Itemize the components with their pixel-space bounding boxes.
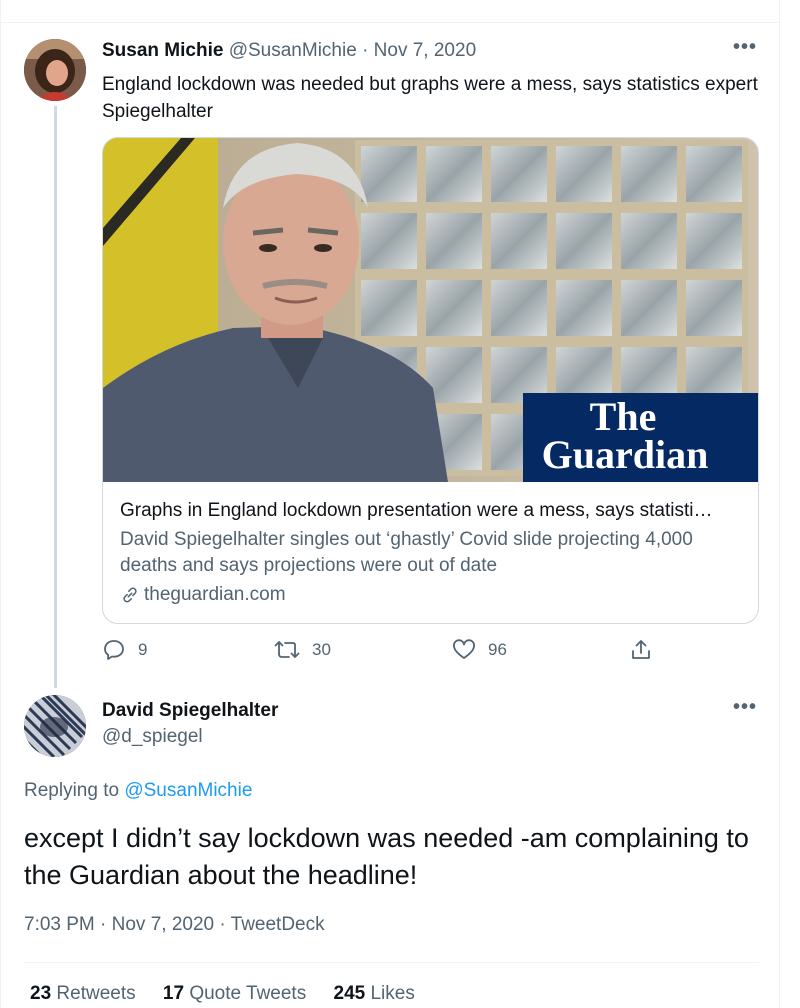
link-icon xyxy=(123,587,137,603)
like-count: 96 xyxy=(488,640,507,659)
avatar-photo-icon xyxy=(24,39,86,101)
tweet1-author-handle[interactable]: @SusanMichie xyxy=(229,40,357,61)
guardian-logo-guardian: Guardian xyxy=(542,432,709,477)
tweet1-action-bar: 9 30 96 xyxy=(102,638,662,666)
share-button[interactable] xyxy=(629,638,653,662)
likes-stat[interactable]: 245 Likes xyxy=(334,983,415,1004)
frame-right-border xyxy=(779,0,780,1008)
card-photo: The Guardian xyxy=(103,138,758,482)
retweets-stat[interactable]: 23 Retweets xyxy=(30,983,136,1004)
reply-count: 9 xyxy=(138,640,148,659)
link-preview-card[interactable]: The Guardian Graphs in England lockdown … xyxy=(102,137,759,624)
tweet1-date[interactable]: Nov 7, 2020 xyxy=(374,40,476,61)
tweet1-header: Susan Michie @SusanMichie · Nov 7, 2020 xyxy=(102,40,476,62)
replying-prefix: Replying to xyxy=(24,780,120,801)
avatar-pattern-icon xyxy=(24,695,86,757)
retweet-button[interactable]: 30 xyxy=(274,638,331,662)
like-button[interactable]: 96 xyxy=(452,638,507,662)
tweet1-author-name[interactable]: Susan Michie xyxy=(102,40,223,61)
tweet2-timestamp[interactable]: 7:03 PM · Nov 7, 2020 · TweetDeck xyxy=(24,914,325,936)
likes-label: Likes xyxy=(370,983,415,1004)
tweet2-text: except I didn’t say lockdown was needed … xyxy=(24,823,749,890)
tweet2-more-button[interactable]: ••• xyxy=(733,696,757,719)
top-divider xyxy=(0,22,780,23)
stats-divider xyxy=(24,962,759,963)
retweet-count: 30 xyxy=(312,640,331,659)
tweet1-separator: · xyxy=(362,40,369,61)
susan-michie-avatar[interactable] xyxy=(24,39,86,101)
card-domain-row[interactable]: theguardian.com xyxy=(120,582,745,608)
replying-to-link[interactable]: @SusanMichie xyxy=(124,780,252,801)
tweet2-author-handle[interactable]: @d_spiegel xyxy=(102,726,203,748)
retweets-label: Retweets xyxy=(56,983,136,1004)
quotes-label: Quote Tweets xyxy=(189,983,307,1004)
likes-count: 245 xyxy=(333,983,366,1004)
card-domain: theguardian.com xyxy=(144,584,286,605)
thread-connector-line xyxy=(54,106,57,688)
tweet1-more-button[interactable]: ••• xyxy=(733,36,757,59)
quotes-count: 17 xyxy=(162,983,185,1004)
retweet-icon xyxy=(274,641,300,658)
tweet2-author-name[interactable]: David Spiegelhalter xyxy=(102,700,278,722)
heart-icon xyxy=(453,639,475,659)
card-meta: Graphs in England lockdown presentation … xyxy=(120,498,745,608)
david-spiegelhalter-avatar[interactable] xyxy=(24,695,86,757)
tweet2-stats: 23 Retweets 17 Quote Tweets 245 Likes xyxy=(30,983,437,1005)
tweet1-text: England lockdown was needed but graphs w… xyxy=(102,74,758,122)
frame-left-border xyxy=(0,0,1,1008)
reply-icon xyxy=(104,640,124,660)
share-icon xyxy=(632,640,650,659)
quote-tweets-stat[interactable]: 17 Quote Tweets xyxy=(163,983,306,1004)
replying-to-line: Replying to @SusanMichie xyxy=(24,780,252,802)
card-description: David Spiegelhalter singles out ‘ghastly… xyxy=(120,529,693,576)
reply-button[interactable]: 9 xyxy=(102,638,147,662)
retweets-count: 23 xyxy=(30,983,52,1004)
card-image: The Guardian xyxy=(103,138,758,482)
card-title[interactable]: Graphs in England lockdown presentation … xyxy=(120,498,745,524)
